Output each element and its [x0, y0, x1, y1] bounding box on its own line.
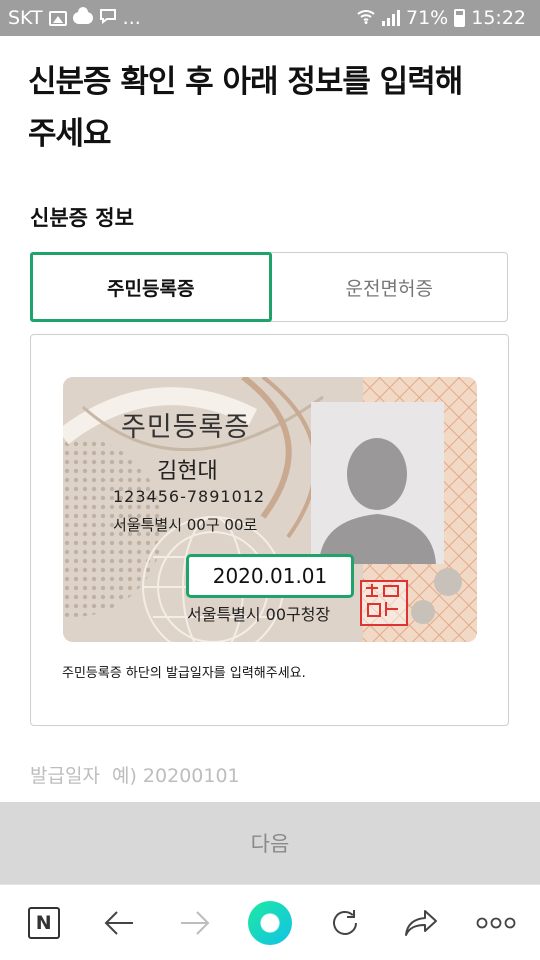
signal-icon: [382, 10, 400, 26]
forward-button[interactable]: [165, 893, 225, 953]
card-title: 주민등록증: [121, 412, 251, 443]
card-holder-name: 김현대: [157, 459, 218, 484]
more-button[interactable]: [466, 893, 526, 953]
more-notifications: ...: [122, 7, 141, 29]
page-title-line1: 신분증 확인 후 아래 정보를 입력해: [28, 64, 463, 100]
share-icon: [404, 909, 437, 936]
instruction-text: 주민등록증 하단의 발급일자를 입력해주세요.: [62, 666, 306, 681]
more-icon: [476, 917, 516, 928]
home-button[interactable]: [240, 893, 300, 953]
battery-icon: [454, 9, 466, 27]
card-address: 서울특별시 00구 00로: [113, 516, 258, 534]
n-logo-icon: N: [27, 906, 60, 939]
clock: 15:22: [471, 7, 526, 29]
id-type-tabs: 주민등록증 운전면허증: [30, 252, 508, 322]
naver-home-button[interactable]: N: [14, 893, 74, 953]
back-button[interactable]: [89, 893, 149, 953]
browser-toolbar: N: [0, 884, 540, 960]
page-title-line2: 주세요: [28, 116, 112, 152]
next-button[interactable]: 다음: [0, 802, 540, 884]
battery-percent: 71%: [406, 7, 449, 29]
status-left: SKT ...: [8, 7, 141, 29]
status-bar: SKT ... 71% 15:22: [0, 0, 540, 36]
chat-icon: [99, 7, 117, 29]
cloud-icon: [72, 7, 93, 24]
wifi-icon: [356, 7, 376, 29]
official-seal-icon: [360, 580, 408, 626]
share-button[interactable]: [391, 893, 451, 953]
image-icon: [48, 10, 67, 26]
status-right: 71% 15:22: [356, 7, 526, 29]
refresh-button[interactable]: [315, 893, 375, 953]
carrier-label: SKT: [8, 7, 43, 29]
back-icon: [104, 910, 134, 935]
id-card-illustration: 주민등록증 김현대 123456-7891012 서울특별시 00구 00로 2…: [63, 377, 477, 642]
id-guide-box: 주민등록증 김현대 123456-7891012 서울특별시 00구 00로 2…: [30, 334, 509, 726]
card-issuer: 서울특별시 00구청장: [187, 605, 331, 624]
person-silhouette-icon: [311, 402, 444, 564]
id-section-label: 신분증 정보: [30, 206, 134, 230]
issue-date-input[interactable]: [30, 756, 508, 796]
refresh-icon: [333, 909, 358, 935]
card-resident-number: 123456-7891012: [113, 487, 266, 506]
card-issue-date-highlight: 2020.01.01: [186, 554, 354, 598]
home-icon: [247, 900, 292, 945]
page-title: 신분증 확인 후 아래 정보를 입력해 주세요: [28, 56, 508, 160]
tab-driver-license[interactable]: 운전면허증: [272, 253, 508, 321]
forward-icon: [180, 910, 209, 935]
tab-resident-card[interactable]: 주민등록증: [30, 252, 272, 322]
